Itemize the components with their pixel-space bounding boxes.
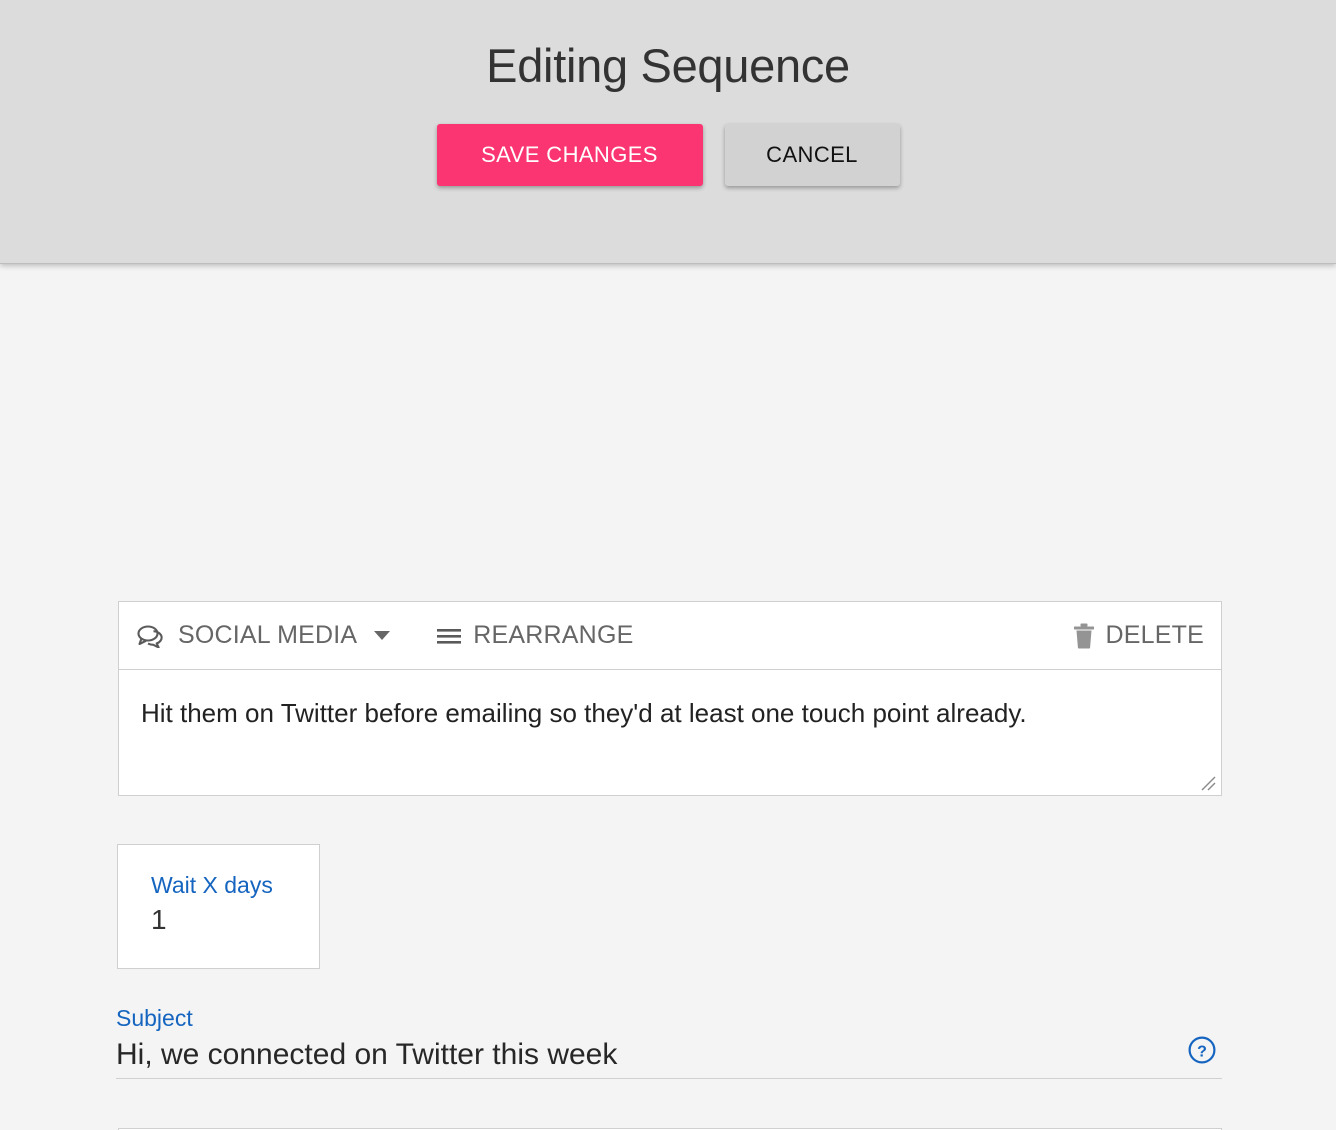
step-type-label: SOCIAL MEDIA xyxy=(178,621,357,650)
trash-icon xyxy=(1073,623,1095,649)
modal-header: Editing Sequence SAVE CHANGES CANCEL xyxy=(0,0,1336,264)
header-actions: SAVE CHANGES CANCEL xyxy=(0,124,1336,186)
social-step-toolbar: SOCIAL MEDIA REARRANGE xyxy=(119,602,1221,670)
hamburger-icon xyxy=(436,626,462,646)
social-note-text: Hit them on Twitter before emailing so t… xyxy=(141,698,1199,729)
rearrange-button[interactable]: REARRANGE xyxy=(436,621,633,650)
cancel-button[interactable]: CANCEL xyxy=(725,124,900,186)
wait-days-value[interactable]: 1 xyxy=(151,904,319,936)
step-type-selector[interactable]: SOCIAL MEDIA xyxy=(137,621,390,650)
chevron-down-icon xyxy=(374,631,390,640)
subject-row: Hi, we connected on Twitter this week ? xyxy=(116,1034,1222,1072)
social-note-textarea[interactable]: Hit them on Twitter before emailing so t… xyxy=(119,670,1221,795)
wait-days-label: Wait X days xyxy=(151,871,319,900)
subject-input[interactable]: Hi, we connected on Twitter this week xyxy=(116,1034,617,1072)
delete-label: DELETE xyxy=(1106,621,1204,650)
textarea-resize-handle[interactable] xyxy=(1198,773,1216,791)
delete-step-button[interactable]: DELETE xyxy=(1073,621,1204,650)
social-media-step-card: SOCIAL MEDIA REARRANGE xyxy=(118,601,1222,796)
page-title: Editing Sequence xyxy=(0,0,1336,93)
wait-days-card[interactable]: Wait X days 1 xyxy=(117,844,320,969)
save-changes-button[interactable]: SAVE CHANGES xyxy=(437,124,703,186)
subject-label: Subject xyxy=(116,1004,1222,1034)
rearrange-label: REARRANGE xyxy=(473,621,633,650)
svg-text:?: ? xyxy=(1197,1044,1207,1061)
question-circle-icon[interactable]: ? xyxy=(1187,1035,1217,1070)
subject-field-block: Subject Hi, we connected on Twitter this… xyxy=(116,1004,1222,1079)
chat-bubbles-icon xyxy=(137,624,167,648)
